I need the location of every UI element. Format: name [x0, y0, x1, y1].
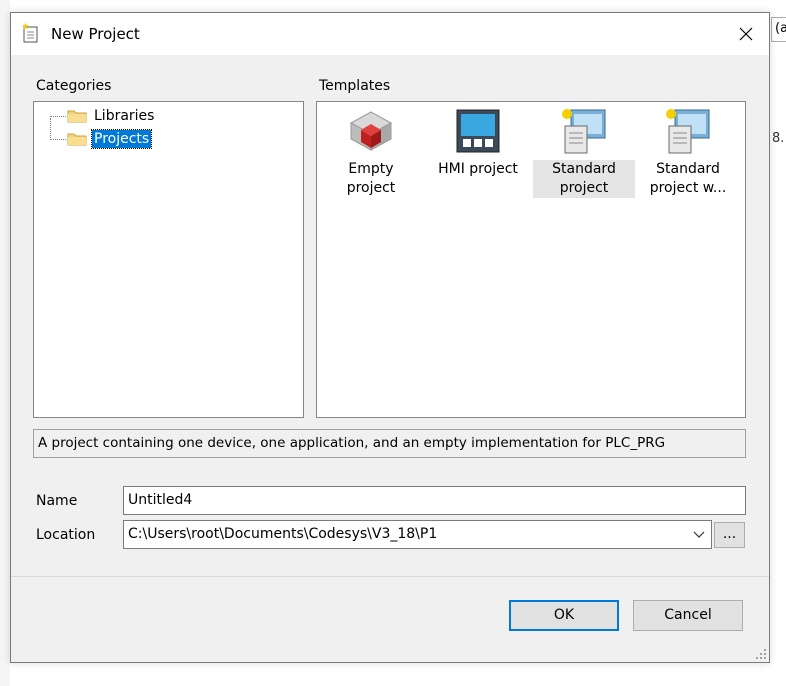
empty-project-icon	[349, 111, 393, 151]
background-tab: (a	[771, 17, 786, 42]
template-description: A project containing one device, one app…	[33, 429, 746, 458]
new-project-icon	[22, 23, 38, 43]
categories-tree[interactable]: Libraries Projects	[33, 101, 304, 418]
templates-label: Templates	[319, 78, 391, 94]
location-value: C:\Users\root\Documents\Codesys\V3_18\P1	[128, 526, 438, 542]
tree-line	[50, 116, 66, 117]
name-input[interactable]: Untitled4	[123, 486, 746, 515]
categories-label: Categories	[36, 78, 112, 94]
tree-item-projects[interactable]: Projects	[67, 129, 153, 149]
folder-icon	[67, 133, 87, 146]
template-standard-project-with[interactable]: Standard project w...	[637, 102, 739, 200]
template-label: Standard project w...	[649, 161, 727, 196]
template-empty-project[interactable]: Empty project	[320, 102, 422, 200]
new-project-dialog: New Project Categories Templates Librari…	[10, 12, 770, 663]
divider	[11, 576, 769, 577]
hmi-project-icon	[456, 109, 500, 153]
tree-item-libraries[interactable]: Libraries	[67, 106, 156, 126]
location-label: Location	[36, 527, 96, 543]
resize-grip-icon[interactable]	[755, 648, 767, 660]
name-label: Name	[36, 493, 78, 509]
browse-button[interactable]: ...	[714, 522, 745, 548]
standard-project-icon	[562, 109, 606, 154]
tree-item-label: Libraries	[94, 108, 155, 124]
templates-list[interactable]: Empty project HMI project Standard proje…	[316, 101, 746, 418]
folder-icon	[67, 110, 87, 123]
template-standard-project[interactable]: Standard project	[533, 102, 635, 200]
template-label: HMI project	[438, 161, 518, 177]
tree-line	[50, 139, 66, 140]
template-hmi-project[interactable]: HMI project	[427, 102, 529, 200]
close-icon	[739, 27, 753, 41]
tree-line	[50, 118, 51, 140]
background-window-edge	[0, 0, 10, 686]
title-bar: New Project	[11, 13, 769, 55]
template-label: Empty project	[346, 161, 396, 196]
cancel-button[interactable]: Cancel	[633, 600, 743, 631]
background-text: 8.	[772, 131, 785, 146]
template-label: Standard project	[533, 160, 635, 198]
tree-item-label: Projects	[90, 129, 153, 149]
standard-project-with-icon	[666, 109, 710, 154]
close-button[interactable]	[723, 13, 769, 55]
chevron-down-icon[interactable]	[693, 530, 705, 540]
location-combobox[interactable]: C:\Users\root\Documents\Codesys\V3_18\P1	[123, 520, 712, 549]
dialog-title: New Project	[51, 25, 140, 43]
ok-button[interactable]: OK	[509, 600, 619, 631]
